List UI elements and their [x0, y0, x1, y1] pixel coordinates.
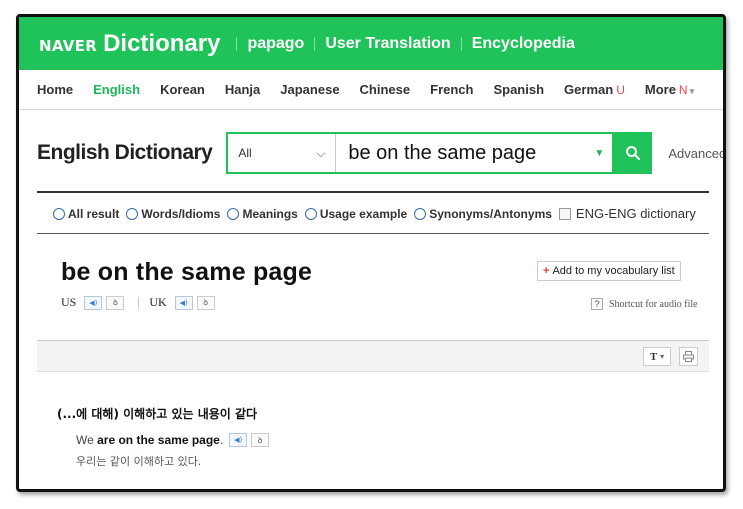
dictionary-title: English Dictionary: [37, 141, 213, 164]
filter-label: All result: [68, 206, 120, 221]
filter-label: Synonyms/Antonyms: [429, 206, 552, 221]
search-scope-value: All: [238, 146, 252, 160]
search-button[interactable]: [614, 132, 653, 174]
nav-encyclopedia[interactable]: Encyclopedia: [462, 35, 585, 53]
filter-label: Usage example: [319, 206, 408, 221]
add-vocabulary-label: Add to my vocabulary list: [552, 265, 675, 277]
tab-hanja[interactable]: Hanja: [225, 82, 260, 97]
pronunciation-row: US ◀) ꝺ UK ◀) ꝺ: [61, 295, 219, 310]
chevron-down-icon: ▾: [660, 352, 665, 361]
eng-eng-checkbox[interactable]: ENG-ENG dictionary: [558, 206, 696, 221]
filter-label: Words/Idioms: [141, 206, 221, 221]
tab-home[interactable]: Home: [37, 82, 73, 97]
chevron-down-icon: ▾: [689, 86, 695, 96]
divider: [37, 233, 709, 234]
filter-synonyms-antonyms[interactable]: Synonyms/Antonyms: [414, 207, 552, 221]
advanced-search-link[interactable]: Advanced: [668, 146, 723, 161]
tab-german[interactable]: German U: [564, 82, 625, 97]
tab-spanish[interactable]: Spanish: [493, 82, 544, 97]
font-size-button[interactable]: T ▾: [643, 347, 671, 366]
divider: [138, 296, 140, 309]
dictionary-logo: Dictionary: [103, 29, 221, 57]
radio-icon: [126, 207, 139, 220]
shortcut-label: Shortcut for audio file: [609, 298, 698, 310]
plus-icon: +: [543, 265, 550, 277]
chevron-down-icon: ⌵: [316, 145, 326, 160]
example-sentence: We are on the same page. ◀) ꝺ: [76, 433, 273, 447]
tab-english[interactable]: English: [93, 82, 140, 97]
tab-korean[interactable]: Korean: [160, 82, 205, 97]
top-bar: NAVER Dictionary papago User Translation…: [19, 17, 723, 70]
entry-toolbar: T ▾: [37, 340, 709, 372]
language-tabs: Home English Korean Hanja Japanese Chine…: [19, 70, 723, 110]
tab-more[interactable]: More N ▾: [645, 82, 694, 97]
filter-label: Meanings: [242, 206, 298, 221]
help-icon: ?: [591, 298, 603, 310]
search-icon: [626, 146, 641, 161]
example-audio-controls: ◀) ꝺ: [229, 433, 273, 447]
speaker-icon[interactable]: ◀): [174, 295, 193, 310]
filter-meanings[interactable]: Meanings: [227, 206, 298, 221]
tab-japanese[interactable]: Japanese: [280, 82, 339, 97]
tab-more-label: More: [644, 82, 676, 97]
top-nav: papago User Translation Encyclopedia: [236, 35, 584, 53]
tab-german-label: German: [564, 82, 614, 97]
result-filters: All result Words/Idioms Meanings Usage e…: [53, 206, 703, 221]
example-pre: We: [76, 433, 98, 447]
us-label: US: [61, 295, 77, 309]
radio-icon: [227, 207, 240, 220]
nav-user-translation[interactable]: User Translation: [315, 35, 460, 53]
phonetic-icon[interactable]: ꝺ: [106, 295, 125, 310]
print-button[interactable]: [679, 347, 698, 366]
example-translation: 우리는 같이 이해하고 있다.: [76, 455, 202, 468]
add-vocabulary-button[interactable]: + Add to my vocabulary list: [537, 261, 681, 281]
update-badge: U: [616, 83, 625, 97]
example-highlight: are on the same page: [97, 433, 220, 447]
radio-icon: [304, 207, 317, 220]
search-box: All ⌵ be on the same page ▼: [226, 132, 615, 174]
nav-papago[interactable]: papago: [237, 35, 314, 53]
divider: [37, 191, 709, 193]
font-size-label: T: [649, 350, 658, 363]
filter-all-result[interactable]: All result: [53, 207, 119, 221]
print-icon: [683, 351, 694, 362]
browser-frame: NAVER Dictionary papago User Translation…: [16, 14, 726, 492]
phonetic-icon[interactable]: ꝺ: [251, 433, 270, 447]
example-post: .: [219, 433, 224, 447]
tab-chinese[interactable]: Chinese: [360, 82, 411, 97]
autocomplete-toggle-icon[interactable]: ▼: [586, 148, 612, 159]
search-input[interactable]: be on the same page: [336, 134, 586, 172]
uk-label: UK: [149, 295, 167, 309]
radio-icon: [53, 207, 65, 220]
phonetic-icon[interactable]: ꝺ: [196, 295, 215, 310]
speaker-icon[interactable]: ◀): [229, 433, 248, 447]
naver-logo: NAVER: [39, 36, 98, 55]
logo[interactable]: NAVER Dictionary: [39, 30, 220, 58]
speaker-icon[interactable]: ◀): [84, 295, 103, 310]
checkbox-icon: [558, 207, 571, 220]
audio-shortcut-help[interactable]: ? Shortcut for audio file: [591, 298, 698, 310]
filter-label: ENG-ENG dictionary: [575, 206, 696, 221]
filter-usage-example[interactable]: Usage example: [304, 206, 408, 221]
filter-words-idioms[interactable]: Words/Idioms: [126, 207, 220, 221]
search-scope-select[interactable]: All ⌵: [228, 134, 337, 172]
new-badge: N: [678, 83, 688, 97]
meaning-text: (...에 대해) 이해하고 있는 내용이 같다: [57, 407, 258, 421]
search-row: English Dictionary All ⌵ be on the same …: [37, 132, 723, 174]
tab-french[interactable]: French: [430, 82, 473, 97]
radio-icon: [414, 207, 427, 220]
headword: be on the same page: [61, 258, 313, 286]
